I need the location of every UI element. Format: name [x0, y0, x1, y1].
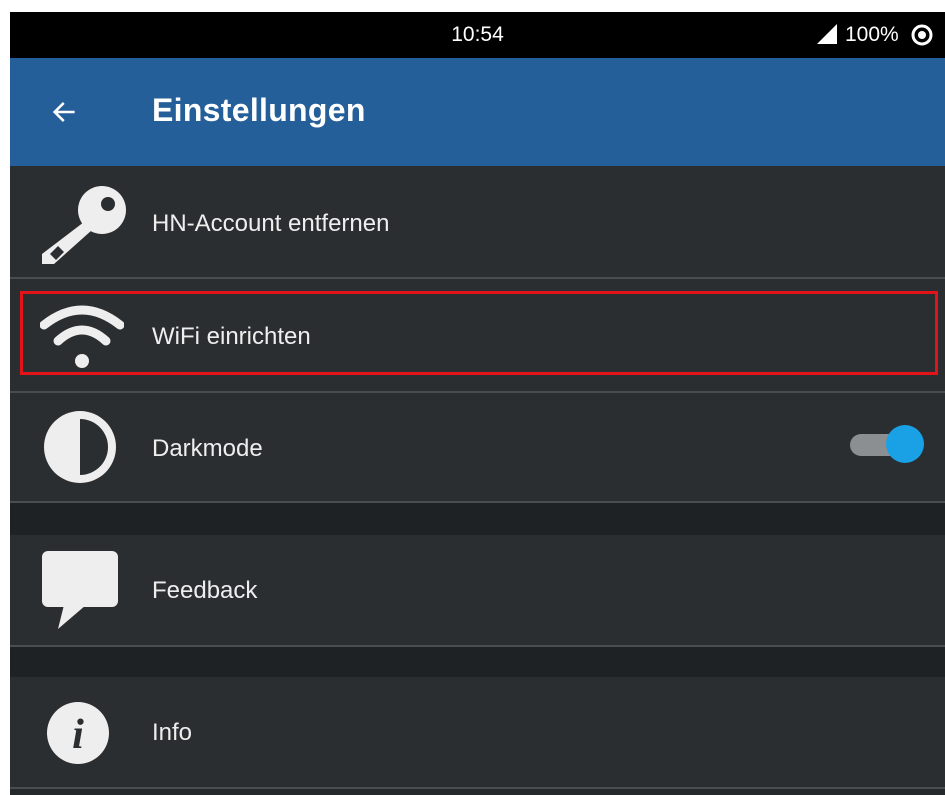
- status-time: 10:54: [451, 23, 504, 46]
- setting-info[interactable]: i Info: [10, 677, 945, 787]
- setting-label-info: Info: [152, 719, 193, 746]
- divider: [10, 787, 945, 789]
- setting-label-darkmode: Darkmode: [152, 435, 263, 462]
- speech-bubble-icon: [42, 551, 118, 629]
- toggle-thumb: [886, 425, 924, 463]
- contrast-icon: [44, 411, 116, 483]
- signal-icon: [817, 24, 837, 44]
- section-spacer: [10, 647, 945, 677]
- setting-darkmode[interactable]: Darkmode: [10, 393, 945, 501]
- setting-label-feedback: Feedback: [152, 577, 258, 604]
- page-title: Einstellungen: [152, 92, 366, 128]
- setting-label-remove-account: HN-Account entfernen: [152, 210, 390, 237]
- phone-screen: 10:54 100% Einstellungen HN-Account entf…: [10, 12, 945, 795]
- svg-text:i: i: [72, 712, 84, 758]
- info-icon: i: [47, 702, 109, 764]
- setting-feedback[interactable]: Feedback: [10, 535, 945, 645]
- section-spacer: [10, 503, 945, 535]
- target-icon: [911, 24, 933, 46]
- setting-remove-account[interactable]: HN-Account entfernen: [10, 166, 945, 277]
- app-bar: Einstellungen: [10, 58, 945, 166]
- arrow-left-icon[interactable]: [50, 98, 78, 126]
- highlight-box: [20, 291, 938, 375]
- darkmode-toggle[interactable]: [850, 423, 924, 467]
- status-bar: 10:54 100%: [10, 12, 945, 58]
- key-icon: [42, 186, 126, 264]
- battery-percentage: 100%: [845, 23, 899, 46]
